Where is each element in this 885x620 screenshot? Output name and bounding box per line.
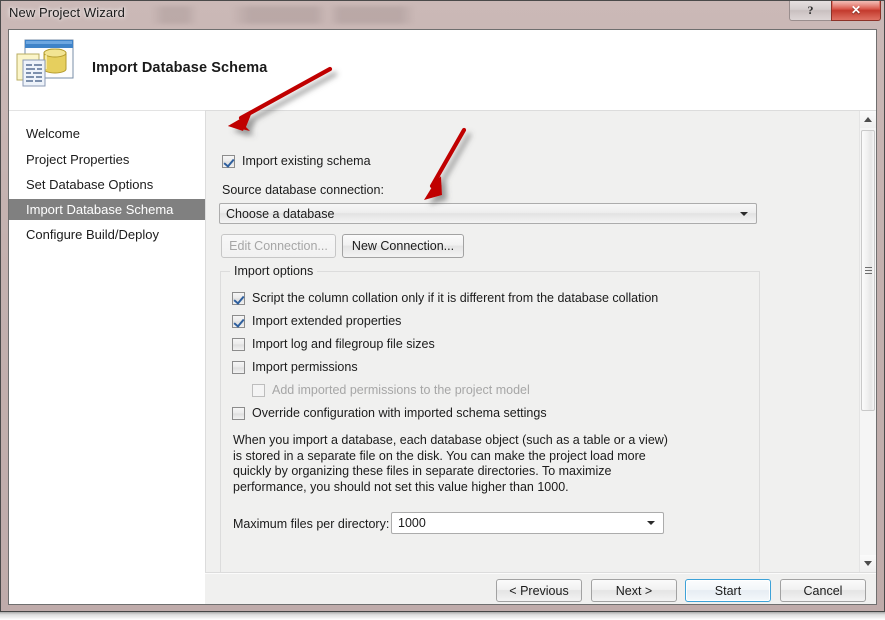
sidebar-item-label: Import Database Schema xyxy=(26,202,174,217)
close-button[interactable]: ✕ xyxy=(831,0,881,21)
import-permissions-checkbox[interactable] xyxy=(232,361,245,374)
caption-buttons: ? ✕ xyxy=(789,0,881,21)
cancel-button-label: Cancel xyxy=(803,583,843,598)
wizard-footer: < Previous Next > Start Cancel xyxy=(205,573,876,604)
override-configuration-checkbox[interactable] xyxy=(232,407,245,420)
close-icon: ✕ xyxy=(850,2,862,17)
sidebar-item-welcome[interactable]: Welcome xyxy=(9,123,205,144)
option-row-add-imported-permissions: Add imported permissions to the project … xyxy=(252,383,530,397)
max-files-label: Maximum files per directory: xyxy=(233,517,390,531)
content-vertical-scrollbar[interactable] xyxy=(859,111,876,572)
import-options-group: Import options Script the column collati… xyxy=(220,264,760,599)
sidebar-item-set-database-options[interactable]: Set Database Options xyxy=(9,174,205,195)
option-row-import-log-filegroup[interactable]: Import log and filegroup file sizes xyxy=(232,337,435,351)
scrollbar-grip-icon xyxy=(865,266,872,275)
window-drop-shadow xyxy=(0,611,885,620)
page-title: Import Database Schema xyxy=(92,60,268,76)
add-imported-permissions-label: Add imported permissions to the project … xyxy=(272,383,530,397)
wizard-sidebar: Welcome Project Properties Set Database … xyxy=(9,110,205,604)
option-row-import-extended-properties[interactable]: Import extended properties xyxy=(232,314,401,328)
previous-button-label: < Previous xyxy=(509,583,569,598)
scrollbar-thumb[interactable] xyxy=(861,130,875,411)
wizard-header: Import Database Schema xyxy=(9,30,876,110)
titlebar: New Project Wizard ? ✕ xyxy=(0,0,885,27)
chevron-down-icon xyxy=(740,211,748,216)
script-column-collation-label: Script the column collation only if it i… xyxy=(252,291,659,305)
sidebar-item-import-database-schema[interactable]: Import Database Schema xyxy=(9,199,205,220)
import-existing-schema-row[interactable]: Import existing schema xyxy=(222,154,371,168)
import-log-filegroup-label: Import log and filegroup file sizes xyxy=(252,337,435,351)
next-button[interactable]: Next > xyxy=(591,579,677,602)
edit-connection-button[interactable]: Edit Connection... xyxy=(221,234,336,258)
script-column-collation-checkbox[interactable] xyxy=(232,292,245,305)
wizard-content-panel: Import existing schema Source database c… xyxy=(205,110,876,599)
start-button[interactable]: Start xyxy=(685,579,771,602)
help-icon: ? xyxy=(807,2,814,17)
sidebar-item-label: Welcome xyxy=(26,126,80,141)
option-row-script-column-collation[interactable]: Script the column collation only if it i… xyxy=(232,291,658,305)
override-configuration-label: Override configuration with imported sch… xyxy=(252,406,547,420)
sidebar-item-label: Configure Build/Deploy xyxy=(26,227,159,242)
import-existing-schema-label: Import existing schema xyxy=(242,154,371,168)
source-database-combobox[interactable]: Choose a database xyxy=(219,203,757,224)
new-connection-button[interactable]: New Connection... xyxy=(342,234,464,258)
sidebar-item-label: Set Database Options xyxy=(26,177,154,192)
import-existing-schema-checkbox[interactable] xyxy=(222,155,235,168)
add-imported-permissions-checkbox xyxy=(252,384,265,397)
triangle-up-icon xyxy=(864,117,872,122)
option-row-import-permissions[interactable]: Import permissions xyxy=(232,360,358,374)
import-log-filegroup-checkbox[interactable] xyxy=(232,338,245,351)
edit-connection-label: Edit Connection... xyxy=(229,239,328,253)
chevron-down-icon xyxy=(647,521,655,525)
wizard-window: New Project Wizard ? ✕ Import Database S… xyxy=(0,0,885,612)
window-title: New Project Wizard xyxy=(9,5,125,20)
max-files-combobox[interactable]: 1000 xyxy=(391,512,664,534)
help-button[interactable]: ? xyxy=(789,0,831,21)
scroll-up-button[interactable] xyxy=(860,111,876,128)
import-options-group-title: Import options xyxy=(230,264,318,278)
sidebar-item-label: Project Properties xyxy=(26,152,130,167)
window-client-area: Import Database Schema Welcome Project P… xyxy=(8,29,877,605)
import-extended-properties-label: Import extended properties xyxy=(252,314,402,328)
import-permissions-label: Import permissions xyxy=(252,360,358,374)
cancel-button[interactable]: Cancel xyxy=(780,579,866,602)
sidebar-item-configure-build-deploy[interactable]: Configure Build/Deploy xyxy=(9,224,205,245)
source-connection-label: Source database connection: xyxy=(222,183,384,197)
desktop-background: New Project Wizard ? ✕ Import Database S… xyxy=(0,0,885,620)
previous-button[interactable]: < Previous xyxy=(496,579,582,602)
import-extended-properties-checkbox[interactable] xyxy=(232,315,245,328)
start-button-label: Start xyxy=(714,583,742,598)
option-row-override-configuration[interactable]: Override configuration with imported sch… xyxy=(232,406,547,420)
new-connection-label: New Connection... xyxy=(351,239,455,253)
import-options-description: When you import a database, each databas… xyxy=(233,433,668,494)
sidebar-item-project-properties[interactable]: Project Properties xyxy=(9,149,205,170)
source-database-value: Choose a database xyxy=(226,206,335,221)
scroll-down-button[interactable] xyxy=(860,555,876,572)
max-files-value: 1000 xyxy=(398,516,426,530)
triangle-down-icon xyxy=(864,561,872,566)
next-button-label: Next > xyxy=(615,583,653,598)
database-schema-icon xyxy=(13,36,77,88)
